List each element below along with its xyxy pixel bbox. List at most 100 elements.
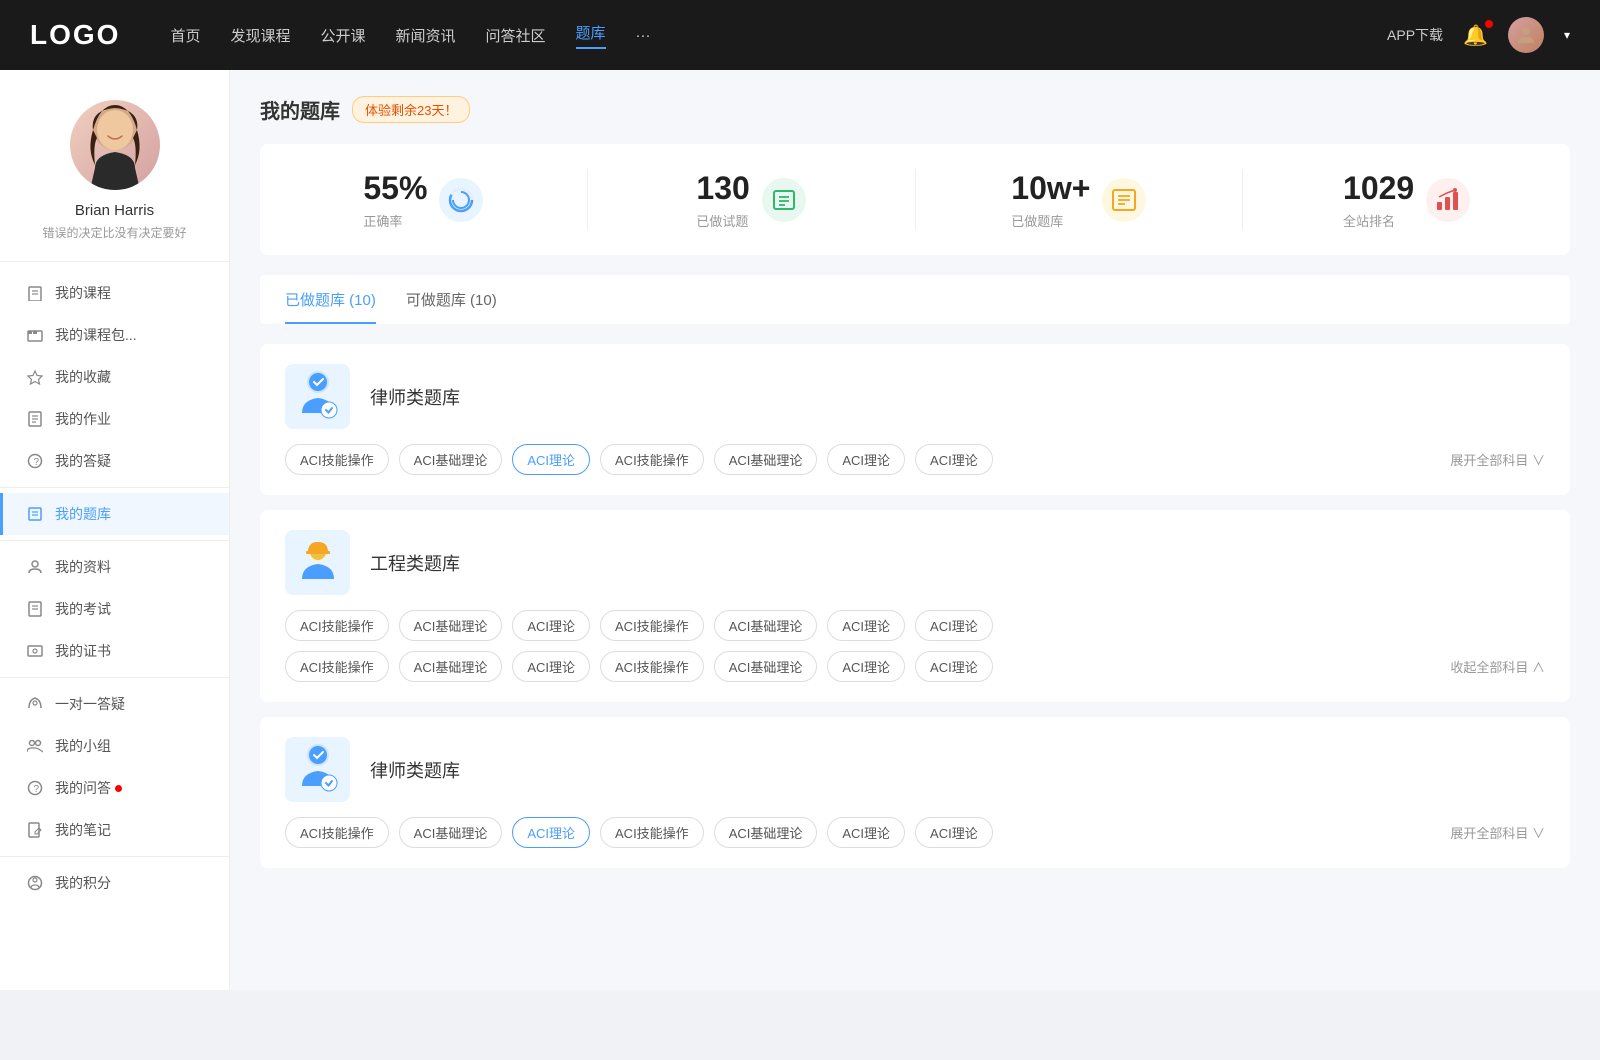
- tag-1-2[interactable]: ACI基础理论: [399, 444, 503, 475]
- tag-2-1-1[interactable]: ACI技能操作: [285, 610, 389, 641]
- sidebar-label: 我的积分: [55, 873, 111, 893]
- sidebar-divider-1: [0, 487, 229, 488]
- user-menu-chevron[interactable]: ▾: [1564, 28, 1570, 42]
- sidebar-item-profile[interactable]: 我的资料: [0, 546, 229, 588]
- tag-2-2-3[interactable]: ACI理论: [512, 651, 590, 682]
- tag-2-1-6[interactable]: ACI理论: [827, 610, 905, 641]
- tag-3-2[interactable]: ACI基础理论: [399, 817, 503, 848]
- sidebar-item-qa-my[interactable]: ? 我的答疑: [0, 440, 229, 482]
- tab-done[interactable]: 已做题库 (10): [285, 275, 376, 324]
- sidebar-label: 我的资料: [55, 557, 111, 577]
- expand-link-3[interactable]: 展开全部科目 ∨: [1450, 823, 1545, 842]
- navbar-nav: 首页 发现课程 公开课 新闻资讯 问答社区 题库 ···: [170, 22, 1387, 49]
- collapse-link-2[interactable]: 收起全部科目 ∧: [1450, 657, 1545, 676]
- notification-bell[interactable]: 🔔: [1463, 23, 1488, 48]
- tag-2-1-4[interactable]: ACI技能操作: [600, 610, 704, 641]
- quiz-card-2-icon: [285, 530, 350, 595]
- tag-3-1[interactable]: ACI技能操作: [285, 817, 389, 848]
- tag-2-2-6[interactable]: ACI理论: [827, 651, 905, 682]
- stat-accuracy: 55% 正确率: [260, 169, 588, 230]
- sidebar-item-points[interactable]: 我的积分: [0, 862, 229, 904]
- sidebar-item-quiz-bank[interactable]: 我的题库: [0, 493, 229, 535]
- tag-3-4[interactable]: ACI技能操作: [600, 817, 704, 848]
- tab-available[interactable]: 可做题库 (10): [406, 275, 497, 324]
- quiz-card-3-header: 律师类题库: [285, 737, 1545, 802]
- nav-item-more[interactable]: ···: [636, 27, 651, 44]
- main-wrapper: Brian Harris 错误的决定比没有决定要好 我的课程 我的课程包...: [0, 70, 1600, 990]
- tag-2-2-7[interactable]: ACI理论: [915, 651, 993, 682]
- sidebar-item-certificate[interactable]: 我的证书: [0, 630, 229, 672]
- page-header: 我的题库 体验剩余23天！: [260, 95, 1570, 124]
- stat-questions: 130 已做试题: [588, 169, 916, 230]
- navbar: LOGO 首页 发现课程 公开课 新闻资讯 问答社区 题库 ··· APP下载 …: [0, 0, 1600, 70]
- tabs-row: 已做题库 (10) 可做题库 (10): [260, 275, 1570, 324]
- nav-item-news[interactable]: 新闻资讯: [396, 25, 456, 46]
- sidebar-item-group[interactable]: 我的小组: [0, 725, 229, 767]
- tag-1-1[interactable]: ACI技能操作: [285, 444, 389, 475]
- stat-ranking-label: 全站排名: [1343, 211, 1414, 230]
- nav-item-home[interactable]: 首页: [170, 25, 200, 46]
- sidebar-label: 我的作业: [55, 409, 111, 429]
- tag-2-1-2[interactable]: ACI基础理论: [399, 610, 503, 641]
- user-avatar-nav[interactable]: [1508, 17, 1544, 53]
- quiz-card-2-tags-list-2: ACI技能操作 ACI基础理论 ACI理论 ACI技能操作 ACI基础理论 AC…: [285, 651, 1450, 682]
- tag-2-1-5[interactable]: ACI基础理论: [714, 610, 818, 641]
- tag-2-2-2[interactable]: ACI基础理论: [399, 651, 503, 682]
- tag-2-1-3[interactable]: ACI理论: [512, 610, 590, 641]
- tag-3-3[interactable]: ACI理论: [512, 817, 590, 848]
- profile-icon: [25, 557, 45, 577]
- sidebar-item-my-courses[interactable]: 我的课程: [0, 272, 229, 314]
- stat-accuracy-text: 55% 正确率: [363, 169, 427, 230]
- nav-item-qa[interactable]: 问答社区: [486, 25, 546, 46]
- notification-badge: [1485, 20, 1493, 28]
- tag-1-7[interactable]: ACI理论: [915, 444, 993, 475]
- sidebar-label: 一对一答疑: [55, 694, 125, 714]
- stat-ranking-value: 1029: [1343, 169, 1414, 207]
- tag-2-1-7[interactable]: ACI理论: [915, 610, 993, 641]
- sidebar-item-tutor[interactable]: 一对一答疑: [0, 683, 229, 725]
- sidebar-item-exam[interactable]: 我的考试: [0, 588, 229, 630]
- tag-2-2-1[interactable]: ACI技能操作: [285, 651, 389, 682]
- notes-icon: [25, 820, 45, 840]
- tag-1-6[interactable]: ACI理论: [827, 444, 905, 475]
- quiz-card-2-header: 工程类题库: [285, 530, 1545, 595]
- quiz-card-3-title: 律师类题库: [370, 757, 460, 783]
- expand-link-1[interactable]: 展开全部科目 ∨: [1450, 450, 1545, 469]
- tag-2-2-5[interactable]: ACI基础理论: [714, 651, 818, 682]
- tag-1-3[interactable]: ACI理论: [512, 444, 590, 475]
- page-title: 我的题库: [260, 95, 340, 124]
- sidebar-label: 我的问答: [55, 778, 111, 798]
- sidebar-item-favorites[interactable]: 我的收藏: [0, 356, 229, 398]
- quiz-card-3-tags-list: ACI技能操作 ACI基础理论 ACI理论 ACI技能操作 ACI基础理论 AC…: [285, 817, 1450, 848]
- nav-item-open-courses[interactable]: 公开课: [320, 25, 365, 46]
- group-icon: [25, 736, 45, 756]
- tag-3-6[interactable]: ACI理论: [827, 817, 905, 848]
- tag-3-5[interactable]: ACI基础理论: [714, 817, 818, 848]
- stat-quiz-banks-value: 10w+: [1011, 169, 1090, 207]
- app-download-link[interactable]: APP下载: [1387, 25, 1443, 45]
- tutor-icon: [25, 694, 45, 714]
- tag-1-4[interactable]: ACI技能操作: [600, 444, 704, 475]
- quiz-card-2-tags-row2: ACI技能操作 ACI基础理论 ACI理论 ACI技能操作 ACI基础理论 AC…: [285, 651, 1545, 682]
- stat-ranking-text: 1029 全站排名: [1343, 169, 1414, 230]
- quiz-bank-icon: [25, 504, 45, 524]
- quiz-card-1-tags-list: ACI技能操作 ACI基础理论 ACI理论 ACI技能操作 ACI基础理论 AC…: [285, 444, 1450, 475]
- tag-2-2-4[interactable]: ACI技能操作: [600, 651, 704, 682]
- user-profile: Brian Harris 错误的决定比没有决定要好: [0, 100, 229, 262]
- nav-item-courses[interactable]: 发现课程: [230, 25, 290, 46]
- favorites-icon: [25, 367, 45, 387]
- quiz-card-lawyer-2: 律师类题库 ACI技能操作 ACI基础理论 ACI理论 ACI技能操作 ACI基…: [260, 717, 1570, 868]
- stat-quiz-banks-label: 已做题库: [1011, 211, 1090, 230]
- courses-icon: [25, 283, 45, 303]
- tag-3-7[interactable]: ACI理论: [915, 817, 993, 848]
- quiz-card-1-tags: ACI技能操作 ACI基础理论 ACI理论 ACI技能操作 ACI基础理论 AC…: [285, 444, 1545, 475]
- sidebar-item-homework[interactable]: 我的作业: [0, 398, 229, 440]
- sidebar-item-course-package[interactable]: 我的课程包...: [0, 314, 229, 356]
- main-content: 我的题库 体验剩余23天！ 55% 正确率: [230, 70, 1600, 990]
- sidebar-item-notes[interactable]: 我的笔记: [0, 809, 229, 851]
- points-icon: [25, 873, 45, 893]
- quiz-card-2-title: 工程类题库: [370, 550, 460, 576]
- tag-1-5[interactable]: ACI基础理论: [714, 444, 818, 475]
- nav-item-quiz[interactable]: 题库: [576, 22, 606, 49]
- sidebar-item-my-qa[interactable]: ? 我的问答: [0, 767, 229, 809]
